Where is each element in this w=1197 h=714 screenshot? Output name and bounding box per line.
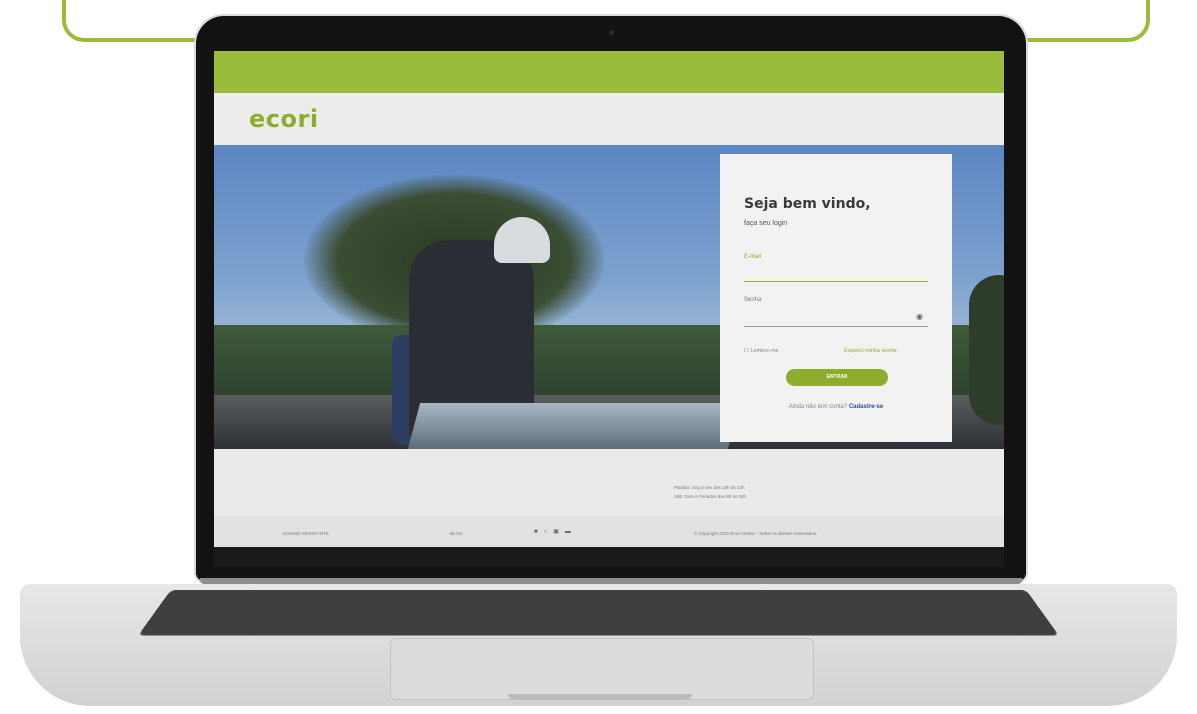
blog-link[interactable]: BLOG bbox=[450, 531, 463, 536]
site-header: ecori bbox=[214, 93, 1004, 145]
youtube-icon[interactable]: ▬ bbox=[565, 529, 577, 535]
social-icons: ■○▣▬ bbox=[534, 528, 577, 535]
show-password-icon[interactable]: ◉ bbox=[916, 312, 923, 321]
password-field[interactable] bbox=[744, 326, 928, 327]
email-field[interactable] bbox=[744, 281, 928, 282]
linkedin-icon[interactable]: ▣ bbox=[553, 529, 565, 535]
opening-notch bbox=[508, 694, 692, 700]
laptop-screen: ecori Seja bem vindo, faça seu login E-m… bbox=[214, 51, 1004, 547]
copyright-text: © Copyright 2022 Ecori Online - Todos os… bbox=[694, 531, 818, 536]
signup-prompt: Ainda não tem conta? Cadastre-se bbox=[720, 404, 952, 410]
login-button[interactable]: ENTRAR bbox=[786, 369, 888, 386]
site-footer: ACESSE NOSSO SITE BLOG ■○▣▬ © Copyright … bbox=[214, 516, 1004, 547]
laptop-base bbox=[20, 584, 1177, 706]
password-label: Senha bbox=[744, 297, 762, 303]
laptop-lid: ecori Seja bem vindo, faça seu login E-m… bbox=[196, 16, 1026, 581]
login-subtitle: faça seu login bbox=[744, 220, 788, 227]
service-hours-weekdays: Plantão: Seg à Sex das 18h às 22h bbox=[674, 485, 745, 490]
top-accent-band bbox=[214, 51, 1004, 93]
forgot-password-link[interactable]: Esqueci minha senha bbox=[844, 348, 897, 354]
no-account-text: Ainda não tem conta? bbox=[788, 404, 848, 410]
service-hours-weekends: Sáb, Dom e Feriados das 8h às 18h bbox=[674, 494, 747, 499]
checkbox-icon: ☐ bbox=[744, 348, 749, 354]
remember-checkbox[interactable]: ☐ Lembre-me bbox=[744, 348, 779, 354]
screen-bezel-bottom bbox=[214, 547, 1004, 567]
login-card: Seja bem vindo, faça seu login E-mail Se… bbox=[720, 154, 952, 442]
instagram-icon[interactable]: ○ bbox=[544, 529, 554, 535]
solar-panel-illustration bbox=[407, 403, 741, 449]
trackpad bbox=[390, 638, 814, 700]
service-hours: Plantão: Seg à Sex das 18h às 22h Sáb, D… bbox=[674, 483, 746, 501]
remember-label: Lembre-me bbox=[750, 348, 779, 354]
tree-illustration-right bbox=[969, 275, 1004, 425]
ecori-logo[interactable]: ecori bbox=[249, 105, 319, 133]
camera-icon bbox=[609, 30, 614, 35]
facebook-icon[interactable]: ■ bbox=[534, 529, 544, 535]
email-label: E-mail bbox=[744, 254, 762, 260]
keyboard bbox=[137, 589, 1060, 636]
login-title: Seja bem vindo, bbox=[744, 196, 871, 212]
site-link[interactable]: ACESSE NOSSO SITE bbox=[282, 531, 329, 536]
signup-link[interactable]: Cadastre-se bbox=[849, 404, 883, 410]
